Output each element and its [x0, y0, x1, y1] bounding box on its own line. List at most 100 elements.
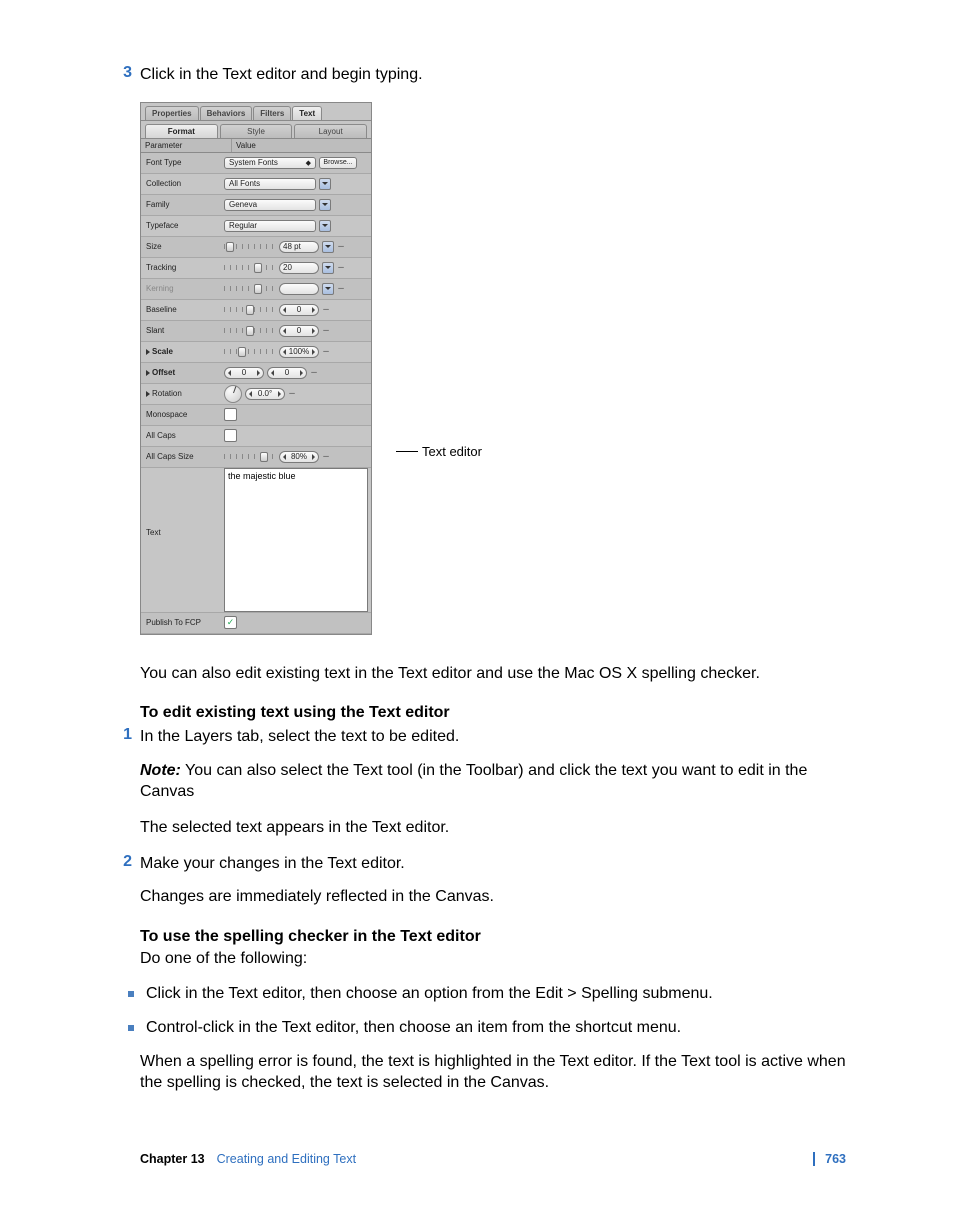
step-1b: 1 In the Layers tab, select the text to … — [108, 726, 846, 748]
dash-icon: – — [288, 388, 296, 399]
spin-rotation[interactable]: 0.0° — [245, 388, 285, 400]
row-collection: Collection All Fonts — [141, 174, 371, 195]
row-offset: Offset 0 0 – — [141, 363, 371, 384]
spin-scale-value: 100% — [289, 347, 309, 356]
spin-size-value: 48 pt — [283, 242, 301, 251]
chevron-down-icon[interactable] — [322, 241, 334, 253]
spin-scale[interactable]: 100% — [279, 346, 319, 358]
tab-text[interactable]: Text — [292, 106, 322, 120]
callout-label: Text editor — [422, 444, 482, 459]
dropdown-typeface[interactable]: Regular — [224, 220, 316, 232]
spin-allcaps-size-value: 80% — [291, 452, 307, 461]
label-tracking: Tracking — [144, 263, 224, 272]
spin-baseline[interactable]: 0 — [279, 304, 319, 316]
label-monospace: Monospace — [144, 410, 224, 419]
slider-kerning[interactable] — [224, 283, 276, 295]
subtab-layout[interactable]: Layout — [294, 124, 367, 138]
spin-allcaps-size[interactable]: 80% — [279, 451, 319, 463]
param-header-right: Value — [232, 139, 260, 152]
label-offset: Offset — [144, 368, 224, 377]
disclosure-triangle-icon[interactable] — [146, 349, 150, 355]
dropdown-collection[interactable]: All Fonts — [224, 178, 316, 190]
chevron-down-icon[interactable] — [319, 220, 331, 232]
para-spell-found: When a spelling error is found, the text… — [140, 1051, 846, 1094]
row-allcaps-size: All Caps Size 80% – — [141, 447, 371, 468]
checkbox-publish[interactable]: ✓ — [224, 616, 237, 629]
spin-kerning[interactable] — [279, 283, 319, 295]
text-editor-field[interactable]: the majestic blue — [224, 468, 368, 612]
subtab-style[interactable]: Style — [220, 124, 293, 138]
bullet-1: Click in the Text editor, then choose an… — [128, 983, 846, 1005]
disclosure-triangle-icon[interactable] — [146, 391, 150, 397]
callout-leader-line — [396, 451, 418, 452]
footer-left: Chapter 13 Creating and Editing Text — [140, 1152, 356, 1166]
slider-baseline[interactable] — [224, 304, 276, 316]
bullet-2: Control-click in the Text editor, then c… — [128, 1017, 846, 1039]
checkbox-monospace[interactable] — [224, 408, 237, 421]
row-slant: Slant 0 – — [141, 321, 371, 342]
dropdown-collection-value: All Fonts — [229, 179, 260, 188]
row-scale: Scale 100% – — [141, 342, 371, 363]
dash-icon: – — [322, 304, 330, 315]
disclosure-triangle-icon[interactable] — [146, 370, 150, 376]
dropdown-family[interactable]: Geneva — [224, 199, 316, 211]
chevron-down-icon[interactable] — [322, 262, 334, 274]
slider-scale[interactable] — [224, 346, 276, 358]
row-kerning: Kerning – — [141, 279, 371, 300]
spin-size[interactable]: 48 pt — [279, 241, 319, 253]
row-baseline: Baseline 0 – — [141, 300, 371, 321]
step-3: 3 Click in the Text editor and begin typ… — [108, 64, 846, 86]
heading-spelling: To use the spelling checker in the Text … — [140, 928, 846, 946]
label-collection: Collection — [144, 179, 224, 188]
slider-slant[interactable] — [224, 325, 276, 337]
step-3-text: Click in the Text editor and begin typin… — [140, 64, 846, 86]
spin-tracking-value: 20 — [283, 263, 292, 272]
label-font-type: Font Type — [144, 158, 224, 167]
step-1b-number: 1 — [108, 726, 140, 748]
slider-tracking[interactable] — [224, 262, 276, 274]
dash-icon: – — [337, 283, 345, 294]
dash-icon: – — [337, 241, 345, 252]
dropdown-font-type[interactable]: System Fonts ◆ — [224, 157, 316, 169]
spin-offset-x[interactable]: 0 — [224, 367, 264, 379]
tab-behaviors[interactable]: Behaviors — [200, 106, 253, 120]
slider-size[interactable] — [224, 241, 276, 253]
slider-allcaps-size[interactable] — [224, 451, 276, 463]
spin-slant-value: 0 — [297, 326, 301, 335]
label-baseline: Baseline — [144, 305, 224, 314]
dash-icon: – — [310, 367, 318, 378]
spin-slant[interactable]: 0 — [279, 325, 319, 337]
row-allcaps: All Caps — [141, 426, 371, 447]
param-header-left: Parameter — [141, 139, 232, 152]
row-tracking: Tracking 20 – — [141, 258, 371, 279]
footer-chapter-num: Chapter 13 — [140, 1152, 205, 1166]
dash-icon: – — [322, 451, 330, 462]
spin-offset-y-value: 0 — [285, 368, 289, 377]
inspector-panel: Properties Behaviors Filters Text Format… — [140, 102, 372, 635]
dash-icon: – — [322, 346, 330, 357]
label-rotation: Rotation — [144, 389, 224, 398]
note-text: You can also select the Text tool (in th… — [140, 762, 807, 801]
label-scale: Scale — [144, 347, 224, 356]
browse-button[interactable]: Browse... — [319, 157, 357, 169]
dial-rotation[interactable] — [224, 385, 242, 403]
row-size: Size 48 pt – — [141, 237, 371, 258]
note-para: Note: You can also select the Text tool … — [140, 760, 846, 803]
row-text-editor: Text the majestic blue — [141, 468, 371, 613]
subtab-format[interactable]: Format — [145, 124, 218, 138]
page-footer: Chapter 13 Creating and Editing Text 763 — [108, 1152, 846, 1166]
spin-offset-y[interactable]: 0 — [267, 367, 307, 379]
checkbox-allcaps[interactable] — [224, 429, 237, 442]
chevron-down-icon[interactable] — [319, 178, 331, 190]
footer-right: 763 — [813, 1152, 846, 1166]
step-2b: 2 Make your changes in the Text editor. — [108, 853, 846, 875]
row-rotation: Rotation 0.0° – — [141, 384, 371, 405]
tab-filters[interactable]: Filters — [253, 106, 291, 120]
tab-properties[interactable]: Properties — [145, 106, 199, 120]
bullet-square-icon — [128, 1025, 134, 1031]
spin-offset-x-value: 0 — [242, 368, 246, 377]
chevron-down-icon[interactable] — [319, 199, 331, 211]
label-size: Size — [144, 242, 224, 251]
chevron-down-icon[interactable] — [322, 283, 334, 295]
spin-tracking[interactable]: 20 — [279, 262, 319, 274]
